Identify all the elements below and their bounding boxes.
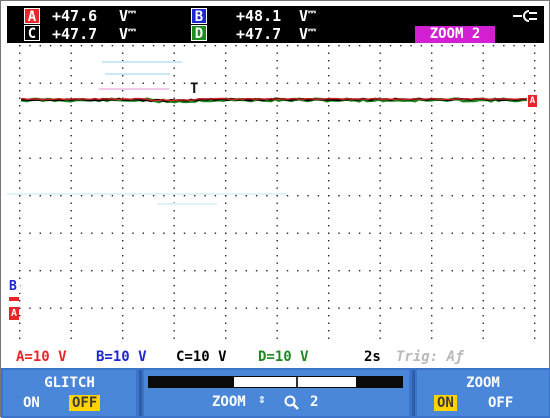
dc-icon: ⎓ xyxy=(128,25,137,36)
zoom-on-option[interactable]: ON xyxy=(434,395,457,411)
zoom-center-mark xyxy=(296,377,298,387)
channel-a-ground-marker[interactable]: A xyxy=(9,307,19,320)
channel-a-value: +47.6 xyxy=(52,7,98,25)
trigger-marker[interactable]: T xyxy=(190,81,198,97)
waveform-traces xyxy=(20,97,528,104)
channel-d-badge: D xyxy=(191,25,207,42)
zoom-softkey[interactable]: ZOOM ON OFF xyxy=(417,370,549,416)
glitch-softkey[interactable]: GLITCH ON OFF xyxy=(3,370,136,416)
magnifier-icon xyxy=(284,395,299,410)
channel-b-ground-marker[interactable]: B xyxy=(9,280,20,293)
channel-b-unit: V⎓ xyxy=(299,7,317,25)
zoom-window xyxy=(234,377,356,387)
timebase: 2s xyxy=(364,349,381,365)
dc-icon: ⎓ xyxy=(308,7,317,18)
zoom-control-label: ZOOM xyxy=(212,394,246,410)
zoom-title: ZOOM xyxy=(466,375,500,391)
mains-plug-icon xyxy=(513,10,537,22)
channel-d-unit: V⎓ xyxy=(299,25,317,43)
channel-c-unit: V⎓ xyxy=(119,25,137,43)
channel-c-value: +47.7 xyxy=(52,25,98,43)
channel-c-badge: C xyxy=(24,25,40,42)
scale-a: A=10 V xyxy=(16,349,67,365)
scope-screen: A +47.6 V⎓ C +47.7 V⎓ B +48.1 V⎓ D +47.7… xyxy=(0,0,550,418)
softkey-bar: GLITCH ON OFF ZOOM ⇕ 2 ZOOM ON OFF xyxy=(1,368,550,418)
zoom-indicator: ZOOM 2 xyxy=(415,26,495,43)
channel-a-badge: A xyxy=(24,8,40,25)
waveform-display[interactable]: T A B A xyxy=(7,43,544,345)
channel-b-value: +48.1 xyxy=(236,7,282,25)
glitch-on-option[interactable]: ON xyxy=(20,395,43,411)
scale-readout: A=10 V B=10 V C=10 V D=10 V 2s Trig: Aƒ xyxy=(7,347,544,367)
channel-d-value: +47.7 xyxy=(236,25,282,43)
glitch-off-option[interactable]: OFF xyxy=(69,395,101,411)
dc-icon: ⎓ xyxy=(128,7,137,18)
measurement-readout: A +47.6 V⎓ C +47.7 V⎓ B +48.1 V⎓ D +47.7… xyxy=(7,6,544,43)
scale-b: B=10 V xyxy=(96,349,147,365)
channel-a-unit: V⎓ xyxy=(119,7,137,25)
channel-b-badge: B xyxy=(191,8,207,25)
scale-d: D=10 V xyxy=(258,349,309,365)
zoom-off-option[interactable]: OFF xyxy=(485,395,516,411)
up-down-arrow-icon: ⇕ xyxy=(258,392,266,407)
trigger-setting: Trig: Aƒ xyxy=(396,349,464,365)
glitch-title: GLITCH xyxy=(44,375,95,391)
right-edge-marker: A xyxy=(528,95,537,107)
scale-c: C=10 V xyxy=(176,349,227,365)
zoom-level-value: 2 xyxy=(310,394,319,410)
dc-icon: ⎓ xyxy=(308,25,317,36)
zoom-control-softkey[interactable]: ZOOM ⇕ 2 xyxy=(144,370,409,416)
channel-c-ground-marker[interactable] xyxy=(9,297,19,301)
graticule xyxy=(7,45,536,339)
